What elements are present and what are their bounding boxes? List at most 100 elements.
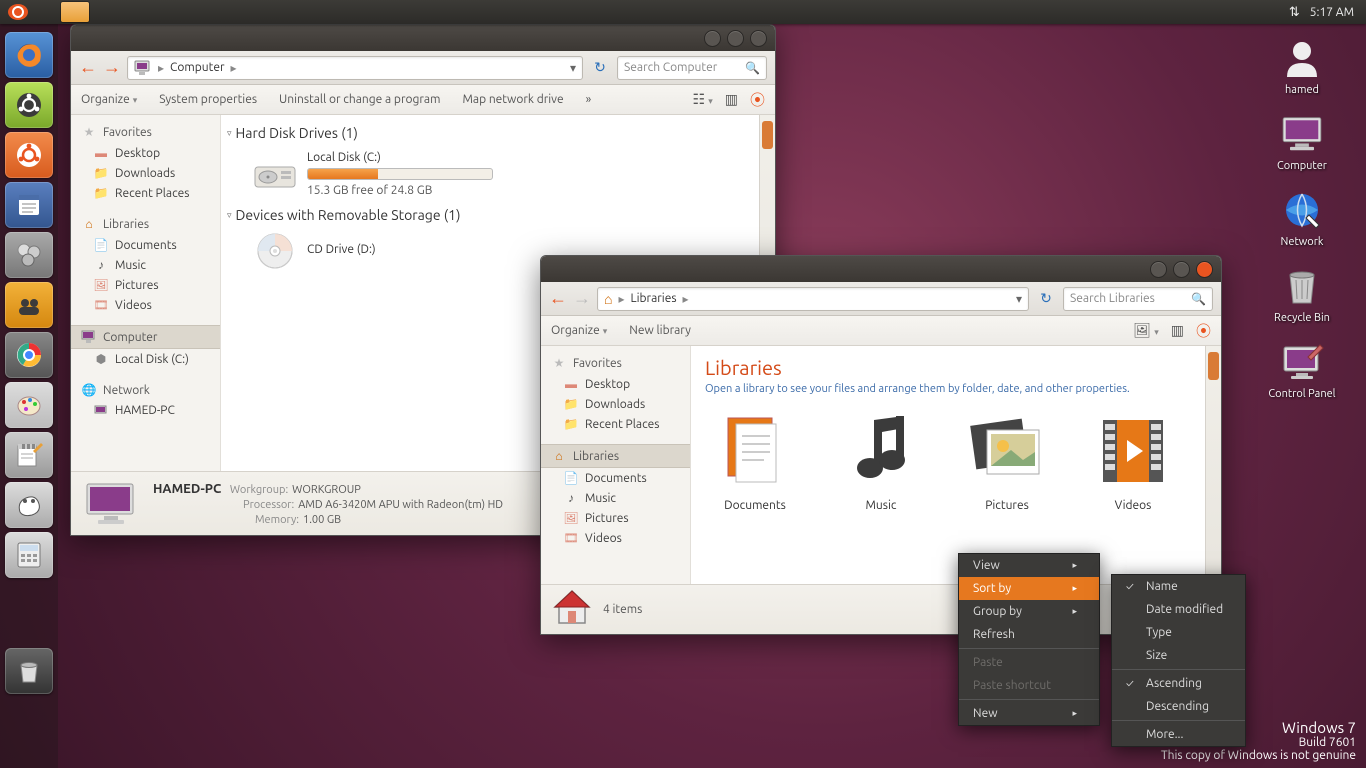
sidebar-item-recent[interactable]: 📁Recent Places [541, 414, 690, 434]
address-bar[interactable]: ▸ Computer ▸ ▾ [127, 56, 583, 80]
titlebar[interactable] [541, 256, 1221, 282]
toolbar: Organize▾ New library 🖼 ▾ ▥ ⦿ [541, 316, 1221, 346]
ctx-paste-shortcut: Paste shortcut [959, 674, 1099, 697]
ctx-sortby[interactable]: Sort by▸ [959, 577, 1099, 600]
section-hdd[interactable]: ▿Hard Disk Drives (1) [225, 121, 771, 145]
close-button[interactable] [750, 30, 767, 47]
network-indicator-icon[interactable]: ⇅ [1289, 5, 1300, 20]
sidebar-item-music[interactable]: ♪Music [541, 488, 690, 508]
ctx-sort-type[interactable]: Type [1112, 621, 1245, 644]
launcher-office[interactable] [5, 482, 53, 528]
ctx-sort-size[interactable]: Size [1112, 644, 1245, 667]
desktop-icon-user[interactable]: hamed [1252, 36, 1352, 96]
library-pictures[interactable]: Pictures [967, 411, 1047, 512]
sidebar-item-documents[interactable]: 📄Documents [541, 468, 690, 488]
toolbar-overflow[interactable]: » [586, 93, 592, 106]
sidebar-item-pictures[interactable]: 🖼Pictures [71, 275, 220, 295]
new-library[interactable]: New library [629, 324, 691, 337]
sidebar-libraries[interactable]: ⌂Libraries [541, 444, 690, 468]
status-memory: 1.00 GB [303, 514, 341, 526]
desktop-icon-computer[interactable]: Computer [1252, 112, 1352, 172]
launcher-trash[interactable] [5, 648, 53, 694]
map-network-drive[interactable]: Map network drive [462, 93, 563, 106]
ctx-new[interactable]: New▸ [959, 702, 1099, 725]
sidebar-favorites[interactable]: ★Favorites [71, 121, 220, 143]
launcher-firefox[interactable] [5, 32, 53, 78]
sidebar-item-videos[interactable]: 🎞Videos [541, 528, 690, 548]
desktop-icon-network[interactable]: Network [1252, 188, 1352, 248]
ctx-sort-name[interactable]: ✓Name [1112, 575, 1245, 598]
launcher-paint[interactable] [5, 382, 53, 428]
sidebar-item-desktop[interactable]: ▬Desktop [541, 374, 690, 394]
taskbar-window-button[interactable] [61, 2, 89, 22]
help-icon[interactable]: ⦿ [750, 89, 765, 110]
sidebar-favorites[interactable]: ★Favorites [541, 352, 690, 374]
view-mode-button[interactable]: 🖼 ▾ [1133, 322, 1159, 339]
ctx-view[interactable]: View▸ [959, 554, 1099, 577]
preview-pane-button[interactable]: ▥ [725, 91, 738, 108]
sidebar-computer[interactable]: Computer [71, 325, 220, 349]
preview-pane-button[interactable]: ▥ [1171, 322, 1184, 339]
system-properties[interactable]: System properties [159, 93, 257, 106]
maximize-button[interactable] [1173, 261, 1190, 278]
sidebar-item-music[interactable]: ♪Music [71, 255, 220, 275]
launcher-ubuntu-sw[interactable] [5, 82, 53, 128]
desktop-icon-label: Recycle Bin [1274, 312, 1330, 324]
ctx-sort-asc[interactable]: ✓Ascending [1112, 672, 1245, 695]
ctx-sort-datemodified[interactable]: Date modified [1112, 598, 1245, 621]
address-bar[interactable]: ⌂ ▸ Libraries ▸ ▾ [597, 287, 1029, 311]
ctx-refresh[interactable]: Refresh [959, 623, 1099, 646]
content-area[interactable]: Libraries Open a library to see your fil… [691, 346, 1221, 584]
desktop-icon-recycle[interactable]: Recycle Bin [1252, 264, 1352, 324]
minimize-button[interactable] [1150, 261, 1167, 278]
back-button[interactable]: ← [549, 288, 567, 309]
sidebar-item-localdisk[interactable]: ⬢Local Disk (C:) [71, 349, 220, 369]
titlebar[interactable] [71, 25, 775, 51]
sidebar-item-desktop[interactable]: ▬Desktop [71, 143, 220, 163]
ctx-sort-more[interactable]: More... [1112, 723, 1245, 746]
refresh-button[interactable]: ↻ [1035, 288, 1057, 310]
library-documents[interactable]: Documents [715, 411, 795, 512]
forward-button[interactable]: → [573, 288, 591, 309]
close-button[interactable] [1196, 261, 1213, 278]
scrollbar[interactable] [1205, 346, 1221, 584]
sidebar-libraries[interactable]: ⌂Libraries [71, 213, 220, 235]
sidebar-item-documents[interactable]: 📄Documents [71, 235, 220, 255]
ubuntu-logo-icon[interactable] [8, 4, 28, 20]
search-input[interactable]: Search Computer 🔍 [617, 56, 767, 80]
launcher-social[interactable] [5, 282, 53, 328]
maximize-button[interactable] [727, 30, 744, 47]
search-input[interactable]: Search Libraries 🔍 [1063, 287, 1213, 311]
launcher-editor[interactable] [5, 432, 53, 478]
sidebar-network[interactable]: 🌐Network [71, 379, 220, 401]
uninstall-program[interactable]: Uninstall or change a program [279, 93, 440, 106]
library-music[interactable]: Music [841, 411, 921, 512]
minimize-button[interactable] [704, 30, 721, 47]
back-button[interactable]: ← [79, 57, 97, 78]
library-videos[interactable]: Videos [1093, 411, 1173, 512]
view-mode-button[interactable]: ☷ ▾ [692, 91, 712, 108]
sidebar-item-recent[interactable]: 📁Recent Places [71, 183, 220, 203]
sidebar-item-downloads[interactable]: 📁Downloads [71, 163, 220, 183]
sidebar-item-videos[interactable]: 🎞Videos [71, 295, 220, 315]
organize-menu[interactable]: Organize▾ [81, 93, 137, 106]
forward-button[interactable]: → [103, 57, 121, 78]
organize-menu[interactable]: Organize▾ [551, 324, 607, 337]
sidebar-item-hamedpc[interactable]: HAMED-PC [71, 401, 220, 420]
desktop-icon-controlpanel[interactable]: Control Panel [1252, 340, 1352, 400]
refresh-button[interactable]: ↻ [589, 57, 611, 79]
ctx-sort-desc[interactable]: Descending [1112, 695, 1245, 718]
clock[interactable]: 5:17 AM [1310, 6, 1354, 19]
status-count: 4 items [603, 603, 642, 616]
sidebar-item-pictures[interactable]: 🖼Pictures [541, 508, 690, 528]
launcher-notes[interactable] [5, 182, 53, 228]
section-removable[interactable]: ▿Devices with Removable Storage (1) [225, 203, 771, 227]
launcher-calculator[interactable] [5, 532, 53, 578]
ctx-groupby[interactable]: Group by▸ [959, 600, 1099, 623]
sidebar-item-downloads[interactable]: 📁Downloads [541, 394, 690, 414]
launcher-ubuntu[interactable] [5, 132, 53, 178]
launcher-settings[interactable] [5, 232, 53, 278]
launcher-browser[interactable] [5, 332, 53, 378]
help-icon[interactable]: ⦿ [1196, 320, 1211, 341]
drive-local-c[interactable]: Local Disk (C:) 15.3 GB free of 24.8 GB [225, 145, 771, 203]
